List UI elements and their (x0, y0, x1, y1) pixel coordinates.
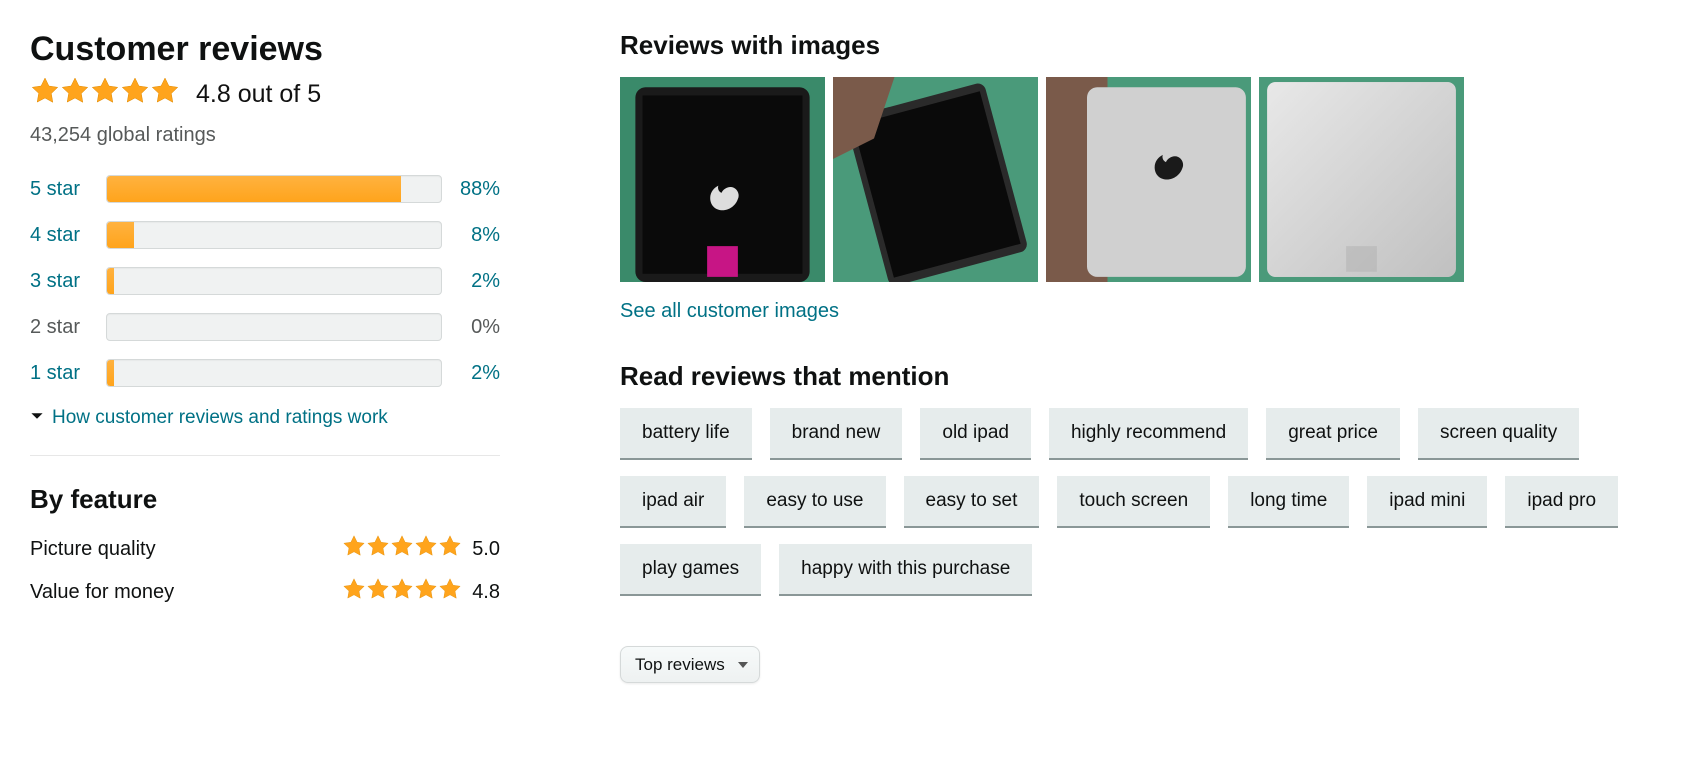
overall-rating-row: 4.8 out of 5 (30, 77, 500, 112)
histogram-label: 1 star (30, 362, 106, 385)
mention-tag[interactable]: ipad air (620, 476, 726, 528)
review-image-thumbnail[interactable] (620, 77, 825, 282)
histogram-label: 2 star (30, 316, 106, 339)
mention-tag[interactable]: easy to set (904, 476, 1040, 528)
how-reviews-work-link[interactable]: How customer reviews and ratings work (30, 407, 500, 429)
star-icon (30, 77, 180, 112)
rating-text: 4.8 out of 5 (196, 80, 321, 109)
mention-tag[interactable]: touch screen (1057, 476, 1210, 528)
histogram-bar (106, 359, 442, 387)
customer-reviews-title: Customer reviews (30, 30, 500, 69)
histogram-bar (106, 221, 442, 249)
review-image-thumbnail[interactable] (1259, 77, 1464, 282)
histogram-percent: 2% (442, 362, 500, 385)
feature-score: 5.0 (472, 538, 500, 561)
mention-tag[interactable]: brand new (770, 408, 903, 460)
review-image-thumbnail[interactable] (1046, 77, 1251, 282)
chevron-down-icon (30, 407, 44, 429)
histogram-label: 4 star (30, 224, 106, 247)
feature-label: Picture quality (30, 538, 156, 561)
mention-tag[interactable]: ipad mini (1367, 476, 1487, 528)
mention-tag[interactable]: happy with this purchase (779, 544, 1032, 596)
histogram-percent: 2% (442, 270, 500, 293)
mention-tags-row: battery life brand new old ipad highly reco… (620, 408, 1656, 596)
mention-tag[interactable]: old ipad (920, 408, 1031, 460)
histogram-row-5star[interactable]: 5 star 88% (30, 175, 500, 203)
mention-tag[interactable]: ipad pro (1505, 476, 1618, 528)
feature-row: Value for money 4.8 (30, 578, 500, 607)
review-images-row (620, 77, 1656, 282)
mention-tag[interactable]: highly recommend (1049, 408, 1248, 460)
histogram-percent: 0% (442, 316, 500, 339)
histogram-percent: 8% (442, 224, 500, 247)
feature-label: Value for money (30, 581, 174, 604)
sort-reviews-select[interactable]: Top reviews (620, 646, 760, 683)
divider (30, 455, 500, 456)
see-all-images-link[interactable]: See all customer images (620, 300, 839, 323)
histogram-row-2star: 2 star 0% (30, 313, 500, 341)
mention-tag[interactable]: long time (1228, 476, 1349, 528)
global-ratings-count: 43,254 global ratings (30, 124, 500, 147)
mention-tag[interactable]: play games (620, 544, 761, 596)
rating-histogram: 5 star 88% 4 star 8% 3 star 2% 2 star 0% 1 star 2… (30, 175, 500, 387)
histogram-label: 3 star (30, 270, 106, 293)
star-icon (342, 535, 462, 564)
histogram-bar (106, 313, 442, 341)
histogram-bar (106, 175, 442, 203)
feature-row: Picture quality 5.0 (30, 535, 500, 564)
how-reviews-work-label: How customer reviews and ratings work (52, 407, 388, 429)
by-feature-title: By feature (30, 484, 500, 515)
reviews-mention-title: Read reviews that mention (620, 361, 1656, 392)
histogram-row-4star[interactable]: 4 star 8% (30, 221, 500, 249)
reviews-with-images-title: Reviews with images (620, 30, 1656, 61)
star-icon (342, 578, 462, 607)
feature-score: 4.8 (472, 581, 500, 604)
mention-tag[interactable]: screen quality (1418, 408, 1579, 460)
mention-tag[interactable]: battery life (620, 408, 752, 460)
sort-select-wrap[interactable]: Top reviews (620, 646, 760, 683)
mention-tag[interactable]: great price (1266, 408, 1400, 460)
histogram-bar (106, 267, 442, 295)
histogram-label: 5 star (30, 178, 106, 201)
histogram-percent: 88% (442, 178, 500, 201)
histogram-row-3star[interactable]: 3 star 2% (30, 267, 500, 295)
review-image-thumbnail[interactable] (833, 77, 1038, 282)
histogram-row-1star[interactable]: 1 star 2% (30, 359, 500, 387)
mention-tag[interactable]: easy to use (744, 476, 885, 528)
